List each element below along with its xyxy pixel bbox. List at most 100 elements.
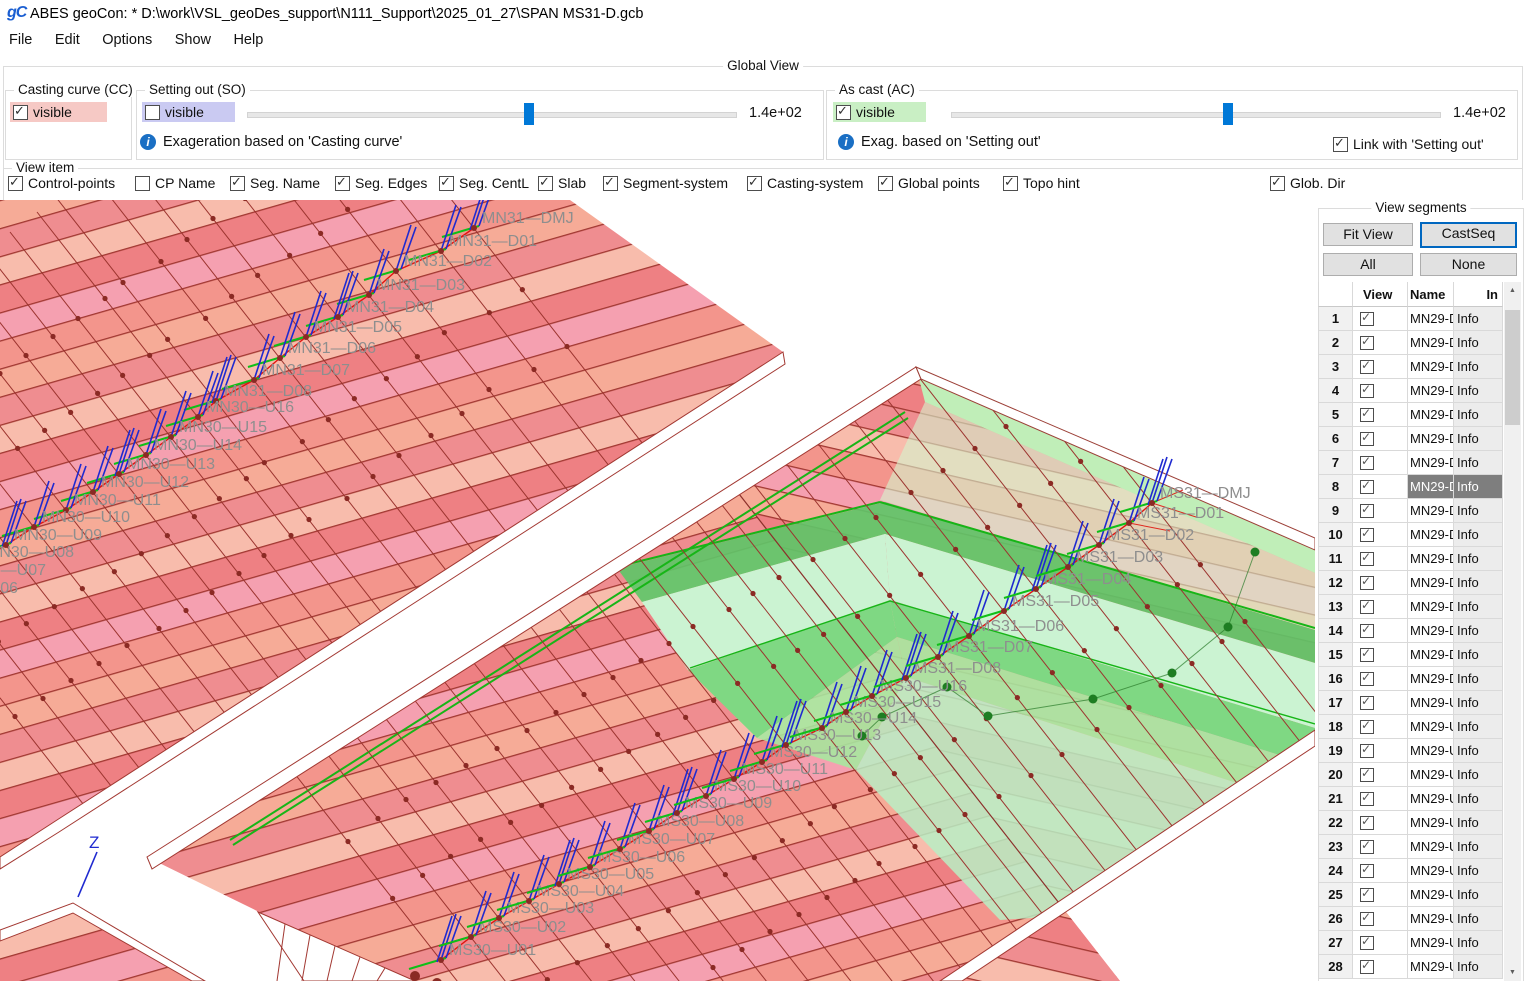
view-cell[interactable] (1353, 787, 1408, 811)
segment-name[interactable]: MN29-D (1408, 451, 1454, 475)
view-cell[interactable] (1353, 835, 1408, 859)
view-cell[interactable] (1353, 427, 1408, 451)
checkbox-icon[interactable] (878, 176, 893, 191)
view-item-slab[interactable]: Slab (538, 175, 586, 191)
view-cell[interactable] (1353, 859, 1408, 883)
view-cell[interactable] (1353, 811, 1408, 835)
all-button[interactable]: All (1323, 253, 1413, 276)
table-row[interactable]: 26MN29-UInfo (1318, 907, 1504, 931)
checkbox-icon[interactable] (1333, 137, 1348, 152)
segment-info-button[interactable]: Info (1454, 715, 1503, 739)
checkbox-icon[interactable] (747, 176, 762, 191)
view-cell[interactable] (1353, 619, 1408, 643)
segment-name[interactable]: MN29-D (1408, 427, 1454, 451)
view-cell[interactable] (1353, 763, 1408, 787)
segment-visible-checkbox[interactable] (1360, 360, 1374, 374)
scrollbar-thumb[interactable] (1505, 310, 1520, 425)
segment-info-button[interactable]: Info (1454, 451, 1503, 475)
segment-info-button[interactable]: Info (1454, 523, 1503, 547)
segment-visible-checkbox[interactable] (1360, 864, 1374, 878)
checkbox-icon[interactable] (8, 176, 23, 191)
castseq-button[interactable]: CastSeq (1420, 222, 1517, 248)
link-with-setting-out-checkbox[interactable]: Link with 'Setting out' (1333, 136, 1484, 152)
view-cell[interactable] (1353, 907, 1408, 931)
view-item-topo-hint[interactable]: Topo hint (1003, 175, 1080, 191)
segment-info-button[interactable]: Info (1454, 739, 1503, 763)
setting-out-visible-checkbox[interactable]: visible (142, 102, 235, 122)
segment-name[interactable]: MN29-U (1408, 955, 1454, 979)
col-info[interactable]: In (1454, 282, 1503, 307)
segment-info-button[interactable]: Info (1454, 571, 1503, 595)
segment-visible-checkbox[interactable] (1360, 840, 1374, 854)
view-cell[interactable] (1353, 379, 1408, 403)
table-row[interactable]: 28MN29-UInfo (1318, 955, 1504, 979)
table-row[interactable]: 12MN29-DInfo (1318, 571, 1504, 595)
segment-visible-checkbox[interactable] (1360, 816, 1374, 830)
view-cell[interactable] (1353, 595, 1408, 619)
view-cell[interactable] (1353, 883, 1408, 907)
segment-visible-checkbox[interactable] (1360, 672, 1374, 686)
view-cell[interactable] (1353, 643, 1408, 667)
view-cell[interactable] (1353, 475, 1408, 499)
view-cell[interactable] (1353, 331, 1408, 355)
segment-info-button[interactable]: Info (1454, 907, 1503, 931)
menu-file[interactable]: File (0, 28, 41, 48)
setting-out-exaggeration-slider[interactable] (247, 103, 737, 125)
view-item-seg-centl[interactable]: Seg. CentL (439, 175, 529, 191)
view-cell[interactable] (1353, 691, 1408, 715)
view-item-global-points[interactable]: Global points (878, 175, 980, 191)
table-row[interactable]: 6MN29-DInfo (1318, 427, 1504, 451)
view-item-segment-system[interactable]: Segment-system (603, 175, 728, 191)
view-cell[interactable] (1353, 355, 1408, 379)
table-row[interactable]: 27MN29-UInfo (1318, 931, 1504, 955)
table-row[interactable]: 8MN29-DInfo (1318, 475, 1504, 499)
view-item-control-points[interactable]: Control-points (8, 175, 115, 191)
slider-track[interactable] (951, 112, 1441, 118)
table-row[interactable]: 10MN29-DInfo (1318, 523, 1504, 547)
menu-help[interactable]: Help (224, 28, 272, 48)
segment-info-button[interactable]: Info (1454, 499, 1503, 523)
segment-info-button[interactable]: Info (1454, 859, 1503, 883)
segment-visible-checkbox[interactable] (1360, 552, 1374, 566)
segment-visible-checkbox[interactable] (1360, 432, 1374, 446)
segment-visible-checkbox[interactable] (1360, 384, 1374, 398)
segment-info-button[interactable]: Info (1454, 643, 1503, 667)
table-row[interactable]: 4MN29-DInfo (1318, 379, 1504, 403)
scroll-down-icon[interactable]: ▼ (1504, 964, 1521, 981)
segment-visible-checkbox[interactable] (1360, 456, 1374, 470)
table-row[interactable]: 9MN29-DInfo (1318, 499, 1504, 523)
segment-info-button[interactable]: Info (1454, 787, 1503, 811)
slider-thumb[interactable] (1223, 103, 1233, 125)
segment-name[interactable]: MN29-U (1408, 907, 1454, 931)
segment-visible-checkbox[interactable] (1360, 888, 1374, 902)
segment-info-button[interactable]: Info (1454, 331, 1503, 355)
segment-visible-checkbox[interactable] (1360, 936, 1374, 950)
segment-info-button[interactable]: Info (1454, 379, 1503, 403)
checkbox-icon[interactable] (1003, 176, 1018, 191)
segment-name[interactable]: MN29-U (1408, 763, 1454, 787)
segment-name[interactable]: MN29-U (1408, 715, 1454, 739)
segment-visible-checkbox[interactable] (1360, 648, 1374, 662)
3d-view-canvas[interactable]: Z MN31—DMJMN31—D01MN31—D02MN31—D03MN31—D… (0, 200, 1315, 981)
segment-name[interactable]: MN29-D (1408, 331, 1454, 355)
segment-visible-checkbox[interactable] (1360, 336, 1374, 350)
segment-info-button[interactable]: Info (1454, 475, 1503, 499)
table-row[interactable]: 3MN29-DInfo (1318, 355, 1504, 379)
segment-name[interactable]: MN29-D (1408, 403, 1454, 427)
view-cell[interactable] (1353, 955, 1408, 979)
table-row[interactable]: 2MN29-DInfo (1318, 331, 1504, 355)
segment-name[interactable]: MN29-D (1408, 475, 1454, 499)
checkbox-icon[interactable] (13, 105, 28, 120)
col-name[interactable]: Name (1408, 282, 1454, 307)
segment-info-button[interactable]: Info (1454, 355, 1503, 379)
scroll-up-icon[interactable]: ▲ (1504, 282, 1521, 299)
segment-info-button[interactable]: Info (1454, 883, 1503, 907)
segment-info-button[interactable]: Info (1454, 619, 1503, 643)
none-button[interactable]: None (1420, 253, 1517, 276)
segment-visible-checkbox[interactable] (1360, 624, 1374, 638)
table-row[interactable]: 13MN29-DInfo (1318, 595, 1504, 619)
table-row[interactable]: 15MN29-DInfo (1318, 643, 1504, 667)
table-scrollbar[interactable]: ▲ ▼ (1504, 282, 1521, 981)
view-cell[interactable] (1353, 499, 1408, 523)
segment-name[interactable]: MN29-U (1408, 859, 1454, 883)
